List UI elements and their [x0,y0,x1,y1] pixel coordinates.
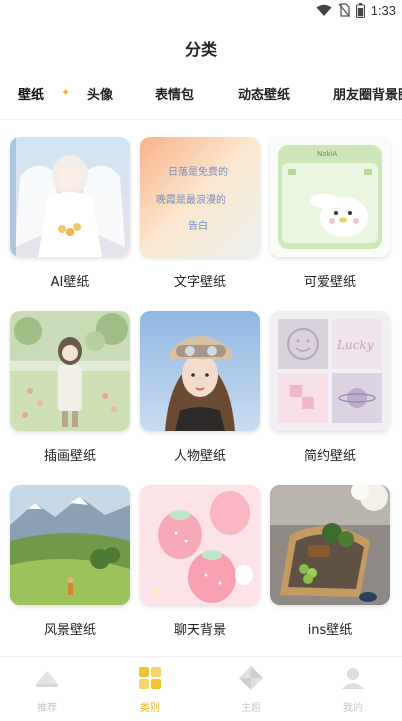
svg-text:✦: ✦ [148,492,155,501]
profile-icon [342,668,364,689]
illustration-wallpaper-thumbnail [10,311,130,431]
tab-label: 壁纸 [18,88,45,103]
thumb-text-line: 日落是免费的 [168,165,228,178]
category-card-ai[interactable]: AI壁纸 [10,137,130,290]
theme-icon [239,666,263,690]
landscape-wallpaper-thumbnail [10,485,130,605]
status-time: 1:33 [370,2,396,18]
nav-recommend[interactable]: 推荐 [7,665,87,714]
tab-live-wallpaper[interactable]: 动态壁纸 [238,86,290,106]
tab-moments-background[interactable]: 朋友圈背景图 [333,86,402,106]
cute-wallpaper-thumbnail: NokiA [270,137,390,257]
category-label: ins壁纸 [307,623,353,638]
bottom-navigation: 推荐 类别 主题 我的 [0,656,402,721]
nav-label: 主题 [241,703,261,714]
no-sim-icon [338,3,350,17]
category-label: 可爱壁纸 [303,275,356,290]
category-label: 人物壁纸 [173,449,226,464]
category-label: 插画壁纸 [43,449,96,464]
tab-label: 头像 [87,88,114,103]
tab-avatar[interactable]: 头像 [87,86,113,106]
category-card-text[interactable]: 日落是免费的 晚霞是最浪漫的 告白 文字壁纸 [140,137,260,290]
category-label: 简约壁纸 [303,449,356,464]
tab-label: 表情包 [155,88,195,103]
page-title: 分类 [184,40,217,59]
category-card-ins[interactable]: ins壁纸 [270,485,390,638]
thumb-text-line: 告白 [188,219,208,232]
thumb-text-line: 晚霞是最浪漫的 [156,193,226,206]
category-tabs: 壁纸 ✦ 头像 表情包 动态壁纸 朋友圈背景图 [0,86,402,110]
tabs-divider [0,119,402,120]
nav-label: 我的 [343,703,363,714]
status-icons: 1:33 [316,1,396,19]
tab-stickers[interactable]: 表情包 [155,86,194,106]
nav-theme[interactable]: 主题 [211,665,291,714]
tab-label: 动态壁纸 [238,88,291,103]
recommend-icon [36,671,58,687]
category-icon [139,667,161,689]
wifi-icon [316,4,332,16]
status-bar: 1:33 [0,0,402,22]
portrait-wallpaper-thumbnail [140,311,260,431]
category-card-minimal[interactable]: Lucky 简约壁纸 [270,311,390,464]
category-label: 风景壁纸 [43,623,96,638]
nav-label: 推荐 [37,703,57,714]
category-card-cute[interactable]: NokiA 可爱壁纸 [270,137,390,290]
battery-icon [355,2,365,18]
chat-background-thumbnail: ★ ✦ [140,485,260,605]
minimal-wallpaper-thumbnail: Lucky [270,311,390,431]
category-label: AI壁纸 [50,275,90,290]
category-card-illustration[interactable]: 插画壁纸 [10,311,130,464]
nav-label: 类别 [140,703,160,714]
tab-label: 朋友圈背景图 [333,88,402,103]
thumb-text-line: NokiA [317,150,338,158]
category-label: 文字壁纸 [173,275,226,290]
svg-text:★: ★ [152,587,161,598]
ins-wallpaper-thumbnail [270,485,390,605]
sparkle-icon: ✦ [61,86,71,99]
tab-wallpaper[interactable]: 壁纸 ✦ [18,86,70,106]
nav-profile[interactable]: 我的 [313,665,393,714]
category-card-landscape[interactable]: 风景壁纸 [10,485,130,638]
category-label: 聊天背景 [173,623,226,638]
thumb-text-line: Lucky [336,338,374,352]
category-card-portrait[interactable]: 人物壁纸 [140,311,260,464]
category-card-chat-background[interactable]: ★ ✦ 聊天背景 [140,485,260,638]
ai-wallpaper-thumbnail [10,137,130,257]
text-wallpaper-thumbnail: 日落是免费的 晚霞是最浪漫的 告白 [140,137,260,257]
nav-category[interactable]: 类别 [110,665,190,714]
